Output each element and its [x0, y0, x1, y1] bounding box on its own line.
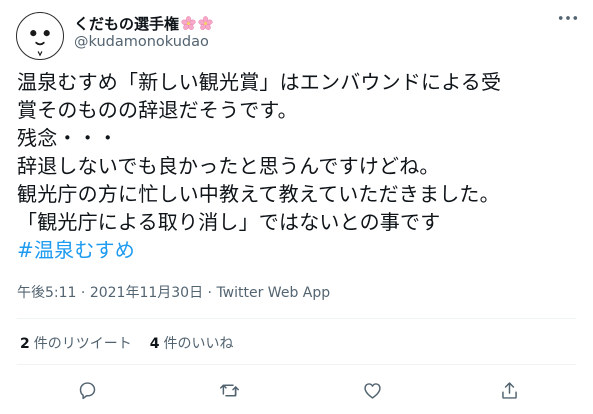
user-handle[interactable]: @kudamonokudao [74, 34, 209, 50]
like-count-number: 4 [149, 336, 160, 352]
more-horizontal-icon [558, 16, 578, 20]
heart-icon [363, 382, 381, 399]
like-count[interactable]: 4 件のいいね [150, 333, 234, 353]
display-name-row[interactable]: くだもの選手権 [74, 13, 213, 34]
hashtag-link[interactable]: #温泉むすめ [17, 236, 583, 264]
avatar[interactable] [16, 12, 64, 60]
tweet-card: くだもの選手権 @kudamonokudao 温泉むすめ「新しい観光賞」はエンバ… [0, 0, 593, 414]
action-bar [0, 376, 593, 404]
cherry-blossom-icon [181, 16, 196, 30]
reply-icon [79, 381, 95, 399]
retweet-button[interactable] [215, 376, 243, 404]
tweet-stats: 2 件のリツイート 4 件のいいね [20, 333, 234, 353]
divider [17, 364, 576, 365]
like-button[interactable] [358, 376, 386, 404]
cherry-blossom-icon [198, 16, 213, 30]
more-button[interactable] [557, 10, 579, 26]
tweet-time[interactable]: 午後5:11 [17, 285, 76, 301]
retweet-count-label: 件のリツイート [33, 336, 132, 352]
meta-separator: · [76, 285, 90, 301]
tweet-source[interactable]: Twitter Web App [216, 285, 330, 301]
like-count-label: 件のいいね [163, 336, 234, 352]
meta-separator: · [203, 285, 217, 301]
avatar-face-icon [30, 30, 50, 57]
reply-button[interactable] [73, 376, 101, 404]
display-name[interactable]: くだもの選手権 [74, 13, 179, 34]
tweet-line: 「観光庁による取り消し」ではないとの事です [17, 210, 441, 234]
share-button[interactable] [495, 376, 523, 404]
tweet-meta: 午後5:11 · 2021年11月30日 · Twitter Web App [17, 282, 330, 302]
tweet-line: 賞そのものの辞退だそうです。 [17, 98, 298, 122]
retweet-count-number: 2 [20, 336, 30, 352]
tweet-line: 観光庁の方に忙しい中教えて教えていただきました。 [17, 182, 500, 206]
tweet-line: 残念・・・ [17, 126, 118, 150]
tweet-line: 温泉むすめ「新しい観光賞」はエンバウンドによる受 [17, 70, 502, 94]
tweet-date[interactable]: 2021年11月30日 [90, 285, 203, 301]
retweet-icon [219, 384, 239, 396]
retweet-count[interactable]: 2 件のリツイート [20, 333, 132, 353]
tweet-line: 辞退しないでも良かったと思うんですけどね。 [17, 154, 440, 178]
tweet-text: 温泉むすめ「新しい観光賞」はエンバウンドによる受 賞そのものの辞退だそうです。 … [17, 68, 583, 264]
divider [17, 318, 576, 319]
share-icon [501, 381, 517, 399]
